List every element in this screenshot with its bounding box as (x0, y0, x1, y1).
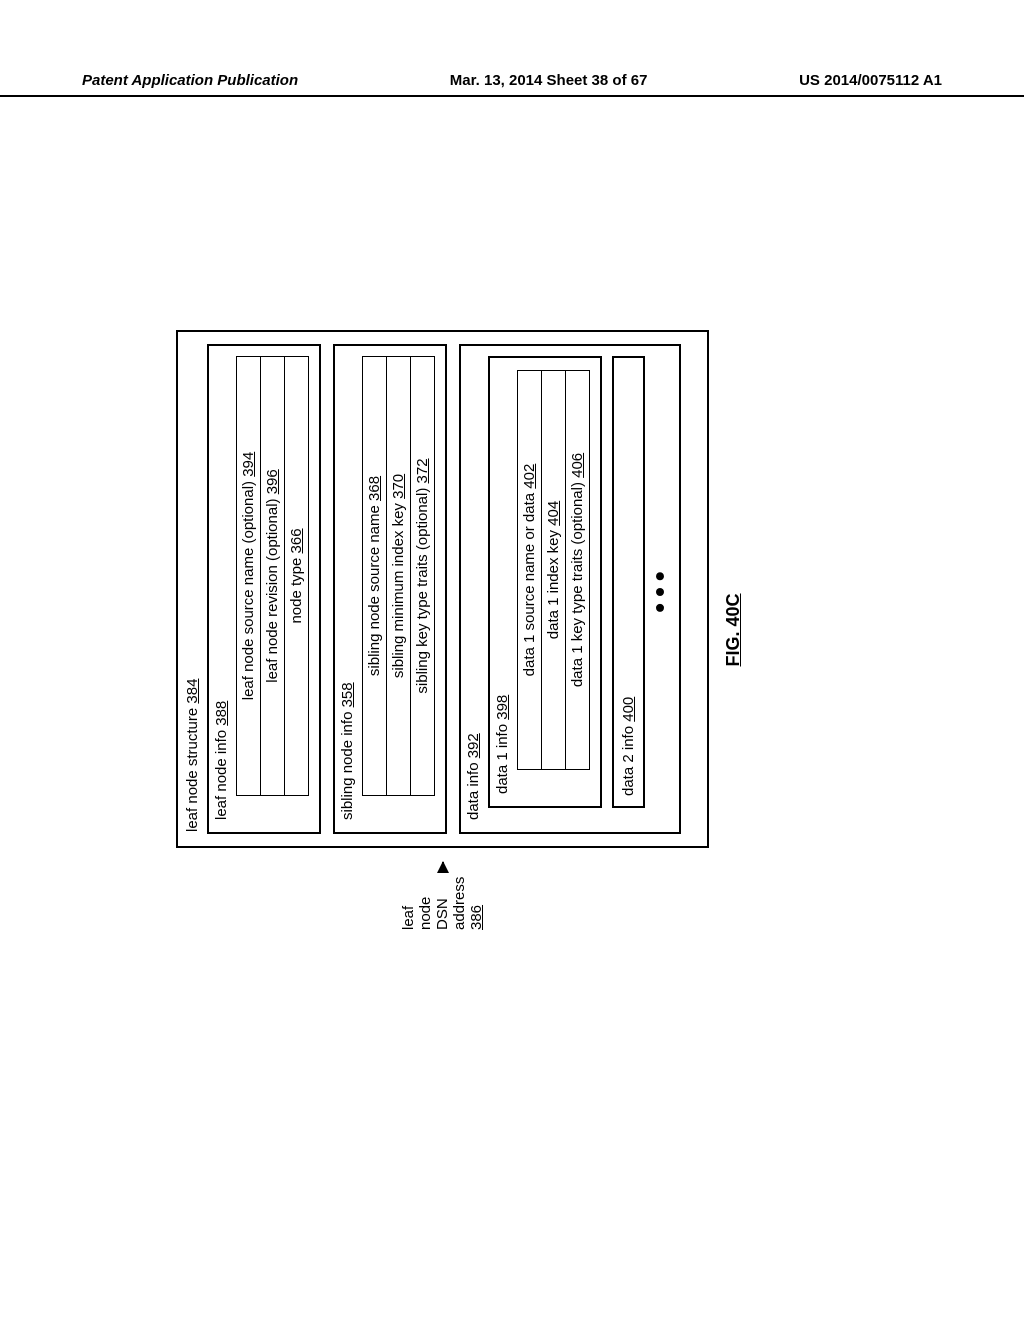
field-row: leaf node source name (optional) 394 (236, 356, 260, 796)
field-row: node type 366 (284, 356, 309, 796)
data-1-info-box: data 1 info 398 data 1 source name or da… (488, 356, 602, 808)
header-right: US 2014/0075112 A1 (799, 72, 942, 89)
sibling-node-info-section: sibling node info 358 sibling node sourc… (333, 344, 447, 834)
data-1-info-fields: data 1 source name or data 402 data 1 in… (517, 368, 590, 770)
field-row: leaf node revision (optional) 396 (260, 356, 284, 796)
header-left: Patent Application Publication (82, 72, 298, 89)
leaf-node-info-title: leaf node info 388 (213, 356, 230, 820)
field-row: data 1 key type traits (optional) 406 (565, 370, 590, 770)
field-row: sibling minimum index key 370 (386, 356, 410, 796)
ellipsis-icon: ••• (651, 356, 669, 822)
leaf-node-structure-box: leaf node structure 384 leaf node info 3… (176, 330, 709, 848)
arrow-icon (442, 862, 444, 863)
leaf-node-info-section: leaf node info 388 leaf node source name… (207, 344, 321, 834)
dsn-address-label: leaf node DSN address 386 (400, 877, 485, 930)
sibling-node-info-title: sibling node info 358 (339, 356, 356, 820)
leaf-node-structure-title: leaf node structure 384 (184, 344, 201, 832)
header-center: Mar. 13, 2014 Sheet 38 of 67 (450, 72, 648, 89)
data-info-section: data info 392 data 1 info 398 data 1 sou… (459, 344, 681, 834)
field-row: sibling key type traits (optional) 372 (410, 356, 435, 796)
figure-label: FIG. 40C (723, 330, 744, 930)
page-header: Patent Application Publication Mar. 13, … (0, 72, 1024, 97)
dsn-address-row: leaf node DSN address 386 leaf node stru… (176, 330, 709, 930)
field-row: sibling node source name 368 (362, 356, 386, 796)
data-1-info-title: data 1 info 398 (494, 368, 511, 794)
patent-page: Patent Application Publication Mar. 13, … (0, 0, 1024, 1320)
figure-40c: leaf node DSN address 386 leaf node stru… (176, 330, 836, 930)
field-row: data 1 index key 404 (541, 370, 565, 770)
field-row: data 1 source name or data 402 (517, 370, 541, 770)
data-info-title: data info 392 (465, 356, 482, 820)
data-2-info-box: data 2 info 400 (612, 356, 645, 808)
leaf-node-info-fields: leaf node source name (optional) 394 lea… (236, 356, 309, 796)
sibling-node-info-fields: sibling node source name 368 sibling min… (362, 356, 435, 796)
